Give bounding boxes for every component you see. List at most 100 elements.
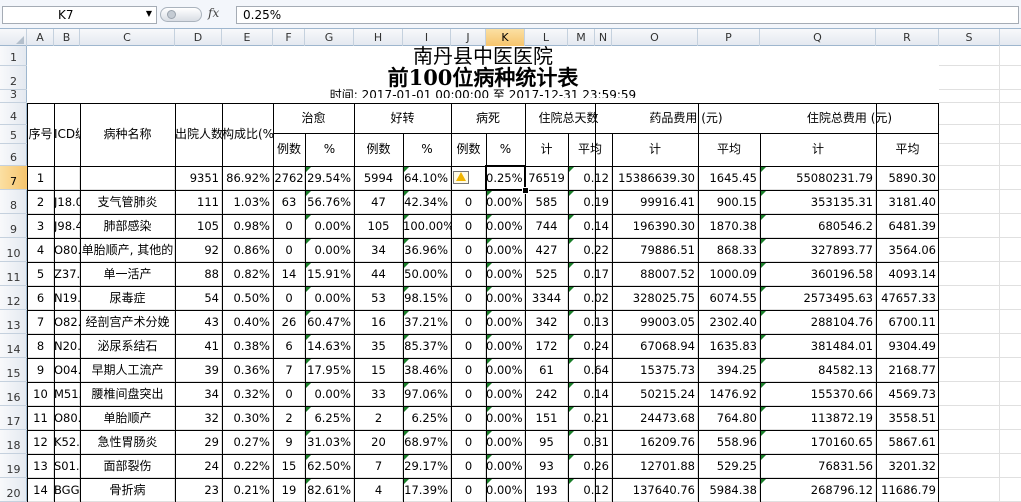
cell-drug-cost-avg[interactable]: 558.96 xyxy=(698,430,760,454)
cell-cured-pct[interactable]: 0.00% xyxy=(305,214,354,238)
cell-icd[interactable]: O04.905 xyxy=(54,358,80,382)
cell-cured-pct[interactable]: 60.47% xyxy=(305,310,354,334)
cell-total-cost-avg[interactable]: 5867.61 xyxy=(876,430,939,454)
cell-bed-days-total[interactable]: 193 xyxy=(525,478,568,502)
cell-total-cost-total[interactable]: 84582.13 xyxy=(760,358,876,382)
cell-improved-pct[interactable]: 68.97% xyxy=(403,430,451,454)
cell-improved-cases[interactable]: 5994 xyxy=(354,166,403,190)
cell-cured-pct[interactable]: 0.00% xyxy=(305,286,354,310)
cell-bed-days-total[interactable]: 744 xyxy=(525,214,568,238)
column-header-c[interactable]: C xyxy=(80,29,175,46)
column-header-e[interactable]: E xyxy=(222,29,273,46)
cell-cured-cases[interactable]: 0 xyxy=(273,214,305,238)
row-header-9[interactable]: 9 xyxy=(0,214,27,238)
cell-seq[interactable]: 13 xyxy=(27,454,54,478)
cell-bed-days-total[interactable]: 76519 xyxy=(525,166,568,190)
row-header-11[interactable]: 11 xyxy=(0,262,27,286)
cell-died-cases[interactable]: 0 xyxy=(451,238,486,262)
cell-drug-cost-avg[interactable]: 394.25 xyxy=(698,358,760,382)
cell-improved-cases[interactable]: 34 xyxy=(354,238,403,262)
cell-drug-cost-avg[interactable]: 1000.09 xyxy=(698,262,760,286)
cell-ratio[interactable]: 0.50% xyxy=(222,286,273,310)
cell-disease[interactable]: 腰椎间盘突出 xyxy=(80,382,175,406)
cell-icd[interactable]: S01.802 xyxy=(54,454,80,478)
cell-drug-cost-total[interactable]: 12701.88 xyxy=(612,454,698,478)
cancel-enter-button[interactable] xyxy=(160,7,202,22)
column-header-i[interactable]: I xyxy=(403,29,451,46)
cell-icd[interactable]: M51.202 xyxy=(54,382,80,406)
cell-total-cost-total[interactable]: 360196.58 xyxy=(760,262,876,286)
cell-cured-pct[interactable]: 0.00% xyxy=(305,238,354,262)
cell-drug-cost-avg[interactable]: 868.33 xyxy=(698,238,760,262)
column-header-g[interactable]: G xyxy=(305,29,354,46)
cell-ratio[interactable]: 0.40% xyxy=(222,310,273,334)
cell-bed-days-total[interactable]: 427 xyxy=(525,238,568,262)
cell-bed-days-avg[interactable]: 0.02 xyxy=(568,286,612,310)
cell-ratio[interactable]: 0.82% xyxy=(222,262,273,286)
fill-handle[interactable] xyxy=(522,187,529,194)
cell-bed-days-total[interactable]: 172 xyxy=(525,334,568,358)
cell-icd[interactable]: K52.905 xyxy=(54,430,80,454)
column-header-o[interactable]: O xyxy=(612,29,698,46)
cell-disease[interactable]: 尿毒症 xyxy=(80,286,175,310)
cell-icd[interactable]: J98.414 xyxy=(54,214,80,238)
cell-ratio[interactable]: 0.86% xyxy=(222,238,273,262)
cell-ratio[interactable]: 1.03% xyxy=(222,190,273,214)
cell-seq[interactable]: 1 xyxy=(27,166,54,190)
cell-total-cost-total[interactable]: 76831.56 xyxy=(760,454,876,478)
cell-drug-cost-total[interactable]: 24473.68 xyxy=(612,406,698,430)
cell-icd[interactable]: N19.x01 xyxy=(54,286,80,310)
cell-total-cost-avg[interactable]: 11686.79 xyxy=(876,478,939,502)
selected-cell[interactable] xyxy=(485,165,526,191)
cell-improved-cases[interactable]: 2 xyxy=(354,406,403,430)
cell-discharged[interactable]: 41 xyxy=(175,334,222,358)
cell-bed-days-avg[interactable]: 0.13 xyxy=(568,310,612,334)
cell-cured-pct[interactable]: 0.00% xyxy=(305,382,354,406)
cell-improved-pct[interactable]: 36.96% xyxy=(403,238,451,262)
cell-drug-cost-total[interactable]: 88007.52 xyxy=(612,262,698,286)
cell-improved-pct[interactable]: 100.00% xyxy=(403,214,451,238)
cell-drug-cost-total[interactable]: 15375.73 xyxy=(612,358,698,382)
row-header-8[interactable]: 8 xyxy=(0,190,27,214)
cell-seq[interactable]: 12 xyxy=(27,430,54,454)
cell-icd[interactable] xyxy=(54,166,80,190)
cell-disease[interactable]: 单胎顺产, 其他的 xyxy=(80,238,175,262)
cell-improved-cases[interactable]: 16 xyxy=(354,310,403,334)
cell-total-cost-avg[interactable]: 47657.33 xyxy=(876,286,939,310)
cell-cured-cases[interactable]: 7 xyxy=(273,358,305,382)
cell-improved-cases[interactable]: 105 xyxy=(354,214,403,238)
worksheet-grid[interactable]: 南丹县中医医院 前100位病种统计表 时间: 2017-01-01 00:00:00… xyxy=(27,46,1021,502)
cell-drug-cost-avg[interactable]: 2302.40 xyxy=(698,310,760,334)
cell-cured-cases[interactable]: 0 xyxy=(273,238,305,262)
cell-cured-cases[interactable]: 26 xyxy=(273,310,305,334)
cell-improved-pct[interactable]: 64.10% xyxy=(403,166,451,190)
cell-died-cases[interactable]: 0 xyxy=(451,454,486,478)
cell-ratio[interactable]: 86.92% xyxy=(222,166,273,190)
cell-seq[interactable]: 2 xyxy=(27,190,54,214)
cell-discharged[interactable]: 43 xyxy=(175,310,222,334)
cell-died-cases[interactable]: 0 xyxy=(451,286,486,310)
cell-drug-cost-avg[interactable]: 1476.92 xyxy=(698,382,760,406)
cell-bed-days-total[interactable]: 93 xyxy=(525,454,568,478)
cell-seq[interactable]: 4 xyxy=(27,238,54,262)
cell-improved-cases[interactable]: 33 xyxy=(354,382,403,406)
cell-improved-cases[interactable]: 7 xyxy=(354,454,403,478)
cell-improved-pct[interactable]: 38.46% xyxy=(403,358,451,382)
cell-icd[interactable]: O80.800 xyxy=(54,238,80,262)
cell-drug-cost-avg[interactable]: 900.15 xyxy=(698,190,760,214)
cell-discharged[interactable]: 54 xyxy=(175,286,222,310)
cell-disease[interactable]: 单一活产 xyxy=(80,262,175,286)
cell-improved-pct[interactable]: 17.39% xyxy=(403,478,451,502)
cell-cured-cases[interactable]: 14 xyxy=(273,262,305,286)
formula-input[interactable]: 0.25% xyxy=(236,6,1019,24)
cell-cured-cases[interactable]: 6 xyxy=(273,334,305,358)
cell-disease[interactable]: 泌尿系结石 xyxy=(80,334,175,358)
row-header-10[interactable]: 10 xyxy=(0,238,27,262)
cell-bed-days-avg[interactable]: 0.17 xyxy=(568,262,612,286)
cell-bed-days-avg[interactable]: 0.12 xyxy=(568,166,612,190)
cell-improved-pct[interactable]: 37.21% xyxy=(403,310,451,334)
cell-died-cases[interactable]: 0 xyxy=(451,430,486,454)
cell-improved-cases[interactable]: 47 xyxy=(354,190,403,214)
cell-died-cases[interactable]: 0 xyxy=(451,190,486,214)
cell-died-cases[interactable]: 0 xyxy=(451,214,486,238)
